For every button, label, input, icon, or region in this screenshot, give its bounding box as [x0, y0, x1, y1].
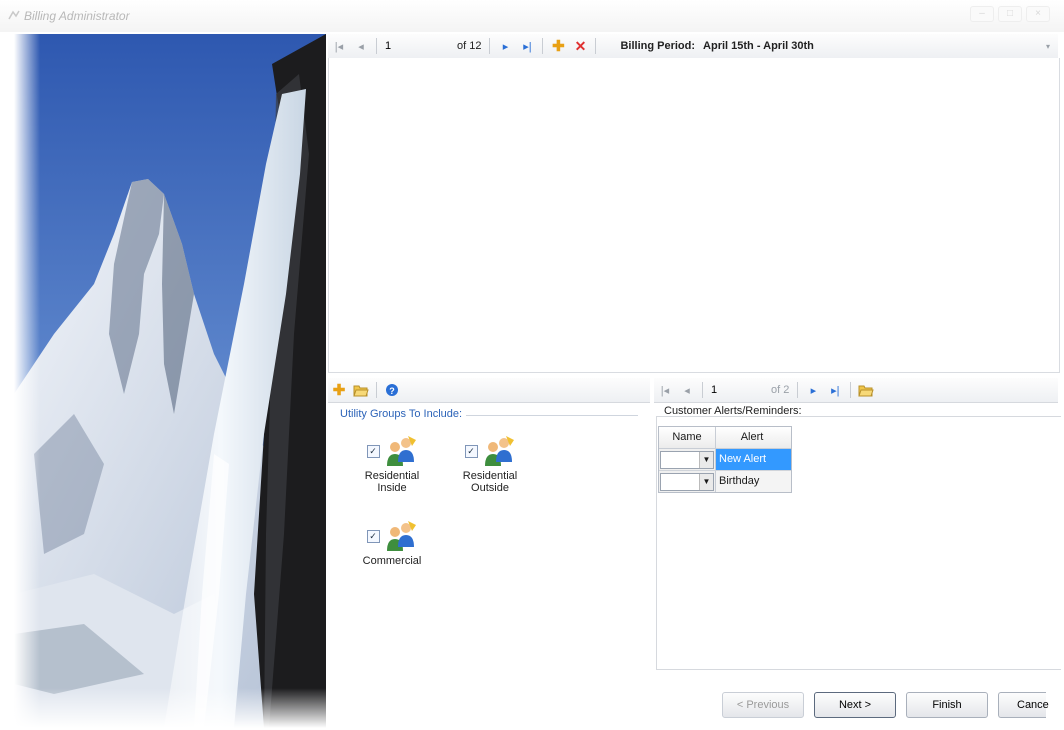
groups-toolbar: ✚ ?: [328, 378, 650, 403]
alerts-last-button[interactable]: ▸|: [827, 382, 843, 398]
add-icon: ✚: [332, 382, 346, 399]
alerts-previous-button[interactable]: ◂: [679, 382, 695, 398]
residential-inside-label-2: Inside: [377, 482, 407, 494]
alerts-count-text: of 2: [771, 384, 790, 396]
first-record-button[interactable]: |◂: [331, 38, 347, 54]
minimize-button[interactable]: –: [970, 6, 994, 22]
mountain-waterfall-photo: [14, 34, 326, 728]
commercial-checkbox[interactable]: ✓: [366, 530, 380, 543]
table-row[interactable]: ▼ Birthday: [659, 471, 791, 492]
dropdown-arrow-icon[interactable]: ▼: [699, 451, 713, 468]
alerts-navigator-toolbar: |◂ ◂ of 2 ▸ ▸|: [654, 378, 1058, 403]
billing-period-label: Billing Period:: [620, 40, 696, 52]
last-record-icon: ▸|: [831, 384, 840, 397]
close-window-button[interactable]: ×: [1026, 6, 1050, 22]
billing-data-grid[interactable]: [328, 58, 1060, 373]
commercial-label: Commercial: [362, 555, 422, 567]
first-record-icon: |◂: [660, 384, 670, 397]
last-record-button[interactable]: ▸|: [519, 38, 535, 54]
chevron-down-icon[interactable]: ▾: [1046, 42, 1050, 51]
alert-cell[interactable]: New Alert: [716, 449, 791, 470]
users-group-icon: [484, 436, 514, 466]
next-record-icon: ▸: [810, 384, 817, 397]
users-group-icon: [386, 436, 416, 466]
alert-cell[interactable]: Birthday: [716, 471, 791, 492]
alerts-first-button[interactable]: |◂: [657, 382, 673, 398]
alert-name-combo[interactable]: ▼: [660, 472, 714, 491]
residential-inside-checkbox[interactable]: ✓: [366, 445, 380, 458]
delete-icon: ✕: [574, 37, 587, 54]
column-header-name[interactable]: Name: [659, 427, 716, 448]
utility-group-commercial[interactable]: ✓ Commercial: [352, 515, 432, 567]
residential-outside-label-2: Outside: [471, 482, 509, 494]
next-record-icon: ▸: [502, 40, 509, 53]
add-group-button[interactable]: ✚: [331, 382, 347, 399]
utility-groups-label: Utility Groups To Include:: [340, 408, 467, 420]
cancel-button[interactable]: Cance: [998, 692, 1049, 718]
residential-outside-checkbox[interactable]: ✓: [464, 445, 478, 458]
open-folder-icon: [858, 385, 875, 397]
window-controls: – □ ×: [970, 6, 1050, 22]
record-count-text: of 12: [457, 40, 482, 52]
users-group-icon: [386, 521, 416, 551]
help-icon: ?: [386, 384, 398, 396]
previous-button[interactable]: < Previous: [722, 692, 804, 718]
first-record-icon: |◂: [334, 40, 344, 53]
title-bar: Billing Administrator – □ ×: [0, 0, 1064, 32]
utility-group-residential-inside[interactable]: ✓ Residential Inside: [352, 430, 432, 494]
column-header-alert[interactable]: Alert: [716, 427, 788, 448]
last-record-icon: ▸|: [523, 40, 532, 53]
alerts-grid-header: Name Alert: [659, 427, 791, 449]
previous-record-icon: ◂: [684, 384, 690, 397]
window-title: Billing Administrator: [24, 9, 130, 23]
utility-group-residential-outside[interactable]: ✓ Residential Outside: [450, 430, 530, 494]
alerts-grid: Name Alert ▼ New Alert ▼ Birthday: [658, 426, 792, 493]
next-button[interactable]: Next >: [814, 692, 896, 718]
residential-outside-label-1: Residential: [462, 470, 518, 482]
billing-period-value[interactable]: April 15th - April 30th: [703, 40, 814, 52]
table-row[interactable]: ▼ New Alert: [659, 449, 791, 471]
top-navigator-toolbar: |◂ ◂ of 12 ▸ ▸| ✚ ✕ Billing Period: Apri…: [328, 34, 1058, 59]
previous-record-button[interactable]: ◂: [353, 38, 369, 54]
previous-record-icon: ◂: [358, 40, 364, 53]
help-button[interactable]: ?: [384, 382, 400, 398]
alert-name-combo[interactable]: ▼: [660, 450, 714, 469]
maximize-button[interactable]: □: [998, 6, 1022, 22]
open-folder-icon: [353, 385, 369, 397]
dropdown-arrow-icon[interactable]: ▼: [699, 473, 713, 490]
residential-inside-label-1: Residential: [364, 470, 420, 482]
svg-text:?: ?: [389, 386, 395, 396]
alerts-open-button[interactable]: [858, 382, 875, 398]
alerts-position-input[interactable]: [707, 382, 763, 398]
finish-button[interactable]: Finish: [906, 692, 988, 718]
alerts-next-button[interactable]: ▸: [805, 382, 821, 398]
add-record-button[interactable]: ✚: [550, 38, 566, 55]
open-group-button[interactable]: [353, 382, 369, 398]
add-icon: ✚: [552, 38, 565, 55]
delete-record-button[interactable]: ✕: [572, 38, 588, 54]
position-input[interactable]: [381, 38, 437, 54]
app-icon: [8, 10, 20, 20]
next-record-button[interactable]: ▸: [497, 38, 513, 54]
alerts-label: Customer Alerts/Reminders:: [664, 405, 802, 417]
